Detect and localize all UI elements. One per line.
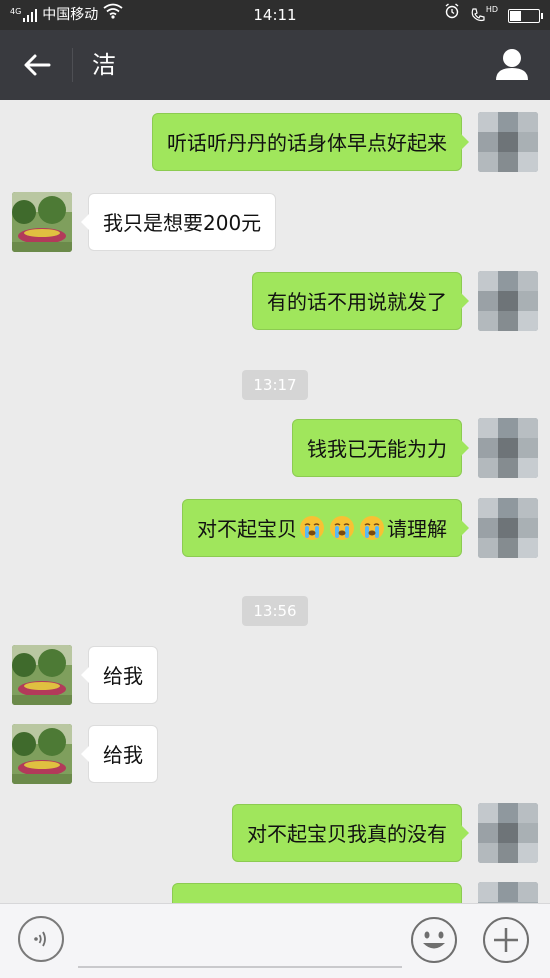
emoji-group <box>297 516 387 541</box>
message-row: 我只是想要200元 <box>0 192 550 252</box>
message-row: 钱我已无能为力 <box>0 418 550 478</box>
garden-avatar-image <box>12 192 72 252</box>
garden-avatar-image <box>12 645 72 705</box>
message-row: 对不起宝贝 请理解 <box>0 498 550 558</box>
voice-button[interactable] <box>18 916 64 962</box>
message-bubble-self[interactable]: 对不起宝贝 请理解 <box>182 499 469 557</box>
blurred-avatar-image <box>478 498 538 558</box>
message-text-before-emoji: 对不起宝贝 <box>197 517 297 541</box>
message-input[interactable] <box>78 916 402 968</box>
call-hd-icon: HD <box>470 5 498 23</box>
crying-face-emoji-icon <box>360 516 384 540</box>
battery-fill <box>510 10 521 21</box>
avatar-self[interactable] <box>478 112 538 172</box>
plus-button[interactable] <box>482 916 530 964</box>
input-bar <box>0 903 550 978</box>
avatar-other[interactable] <box>12 724 72 784</box>
message-bubble-other[interactable]: 给我 <box>81 725 158 783</box>
message-row: 有的话不用说就发了 <box>0 271 550 331</box>
avatar-self[interactable] <box>478 271 538 331</box>
avatar-self[interactable] <box>478 803 538 863</box>
crying-face-emoji-icon <box>300 516 324 540</box>
person-icon <box>496 49 528 80</box>
message-bubble-self[interactable]: 有的话不用说就发了 <box>252 272 469 330</box>
message-bubble-self[interactable]: 钱我已无能为力 <box>292 419 469 477</box>
title-bar: 洁 <box>0 30 550 100</box>
status-bar: 4G 中国移动 14:11 HD <box>0 0 550 30</box>
blurred-avatar-image <box>478 803 538 863</box>
smiley-icon <box>411 917 457 963</box>
timestamp: 13:56 <box>242 596 308 626</box>
message-bubble-self[interactable]: 听话听丹丹的话身体早点好起来 <box>152 113 469 171</box>
emoji-button[interactable] <box>410 916 458 964</box>
profile-button[interactable] <box>494 46 530 84</box>
message-row-partial <box>0 882 550 903</box>
back-arrow-icon <box>24 54 51 76</box>
voice-icon <box>34 931 46 947</box>
avatar-self[interactable] <box>478 418 538 478</box>
message-row: 给我 <box>0 645 550 705</box>
message-bubble-self-partial[interactable] <box>172 883 462 903</box>
message-row: 听话听丹丹的话身体早点好起来 <box>0 112 550 172</box>
timestamp: 13:17 <box>242 370 308 400</box>
message-row: 对不起宝贝我真的没有 <box>0 803 550 863</box>
garden-avatar-image <box>12 724 72 784</box>
avatar-other[interactable] <box>12 645 72 705</box>
message-list[interactable]: 听话听丹丹的话身体早点好起来 我只是想要200元 有的话不用说就发了 13:17… <box>0 100 550 903</box>
plus-icon <box>483 917 529 963</box>
message-bubble-self[interactable]: 对不起宝贝我真的没有 <box>232 804 469 862</box>
message-row: 给我 <box>0 724 550 784</box>
battery-icon <box>508 8 543 23</box>
alarm-icon <box>444 0 460 30</box>
hd-label: HD <box>485 5 498 14</box>
blurred-avatar-image <box>478 882 538 903</box>
chat-title: 洁 <box>92 51 116 79</box>
message-bubble-other[interactable]: 给我 <box>81 646 158 704</box>
avatar-other[interactable] <box>12 192 72 252</box>
back-button[interactable] <box>20 48 54 82</box>
crying-face-emoji-icon <box>330 516 354 540</box>
status-right: HD <box>444 0 543 30</box>
message-bubble-other[interactable]: 我只是想要200元 <box>80 193 277 251</box>
title-divider <box>72 48 73 82</box>
blurred-avatar-image <box>478 112 538 172</box>
blurred-avatar-image <box>478 418 538 478</box>
avatar-self[interactable] <box>478 882 538 903</box>
avatar-self[interactable] <box>478 498 538 558</box>
message-text-after-emoji: 请理解 <box>387 517 447 541</box>
blurred-avatar-image <box>478 271 538 331</box>
